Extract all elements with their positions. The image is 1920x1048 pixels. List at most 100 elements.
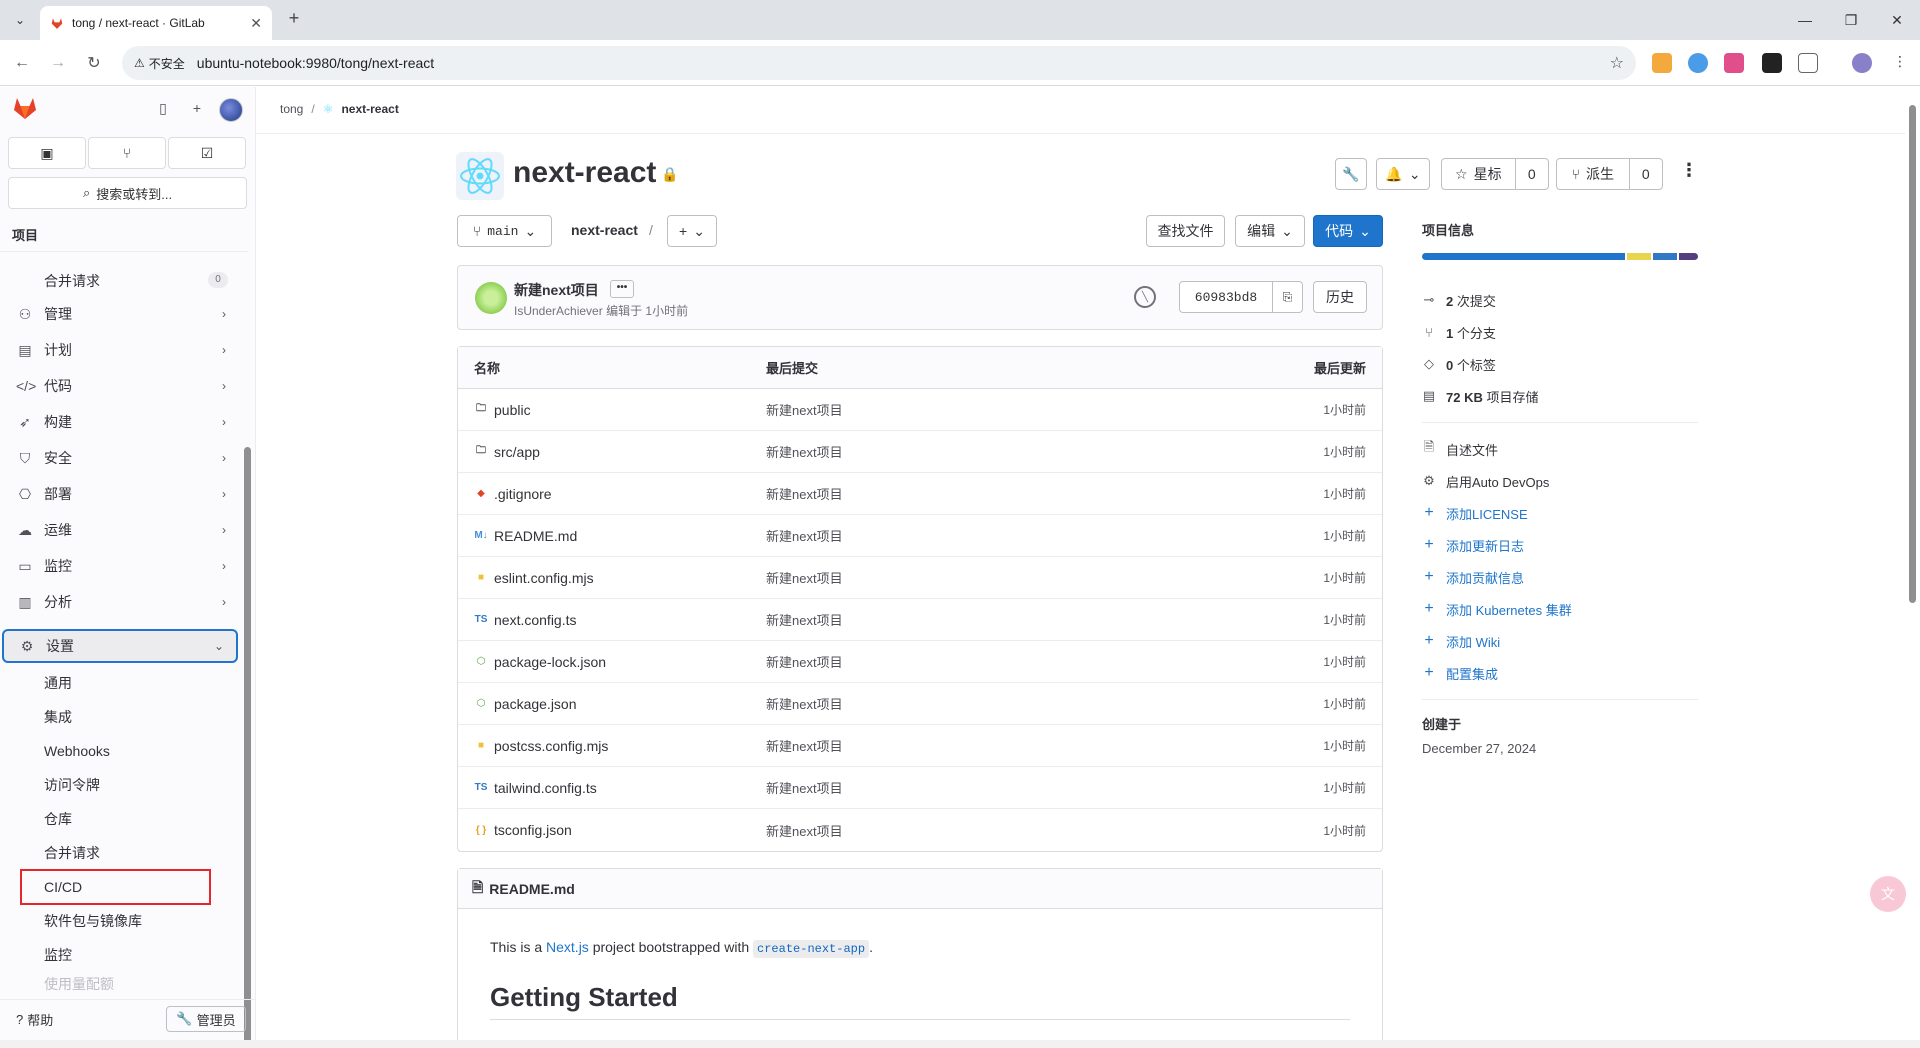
language-bar[interactable] (1422, 253, 1698, 260)
readme-link[interactable]: 🗎 自述文件 (1422, 433, 1698, 465)
sidebar-item-settings[interactable]: ⚙ 设置 ⌄ (2, 629, 238, 663)
horizontal-scrollbar[interactable] (0, 1040, 1920, 1048)
commit-author[interactable]: IsUnderAchiever (514, 304, 603, 318)
breadcrumb-project[interactable]: next-react (341, 102, 398, 116)
star-count[interactable]: 0 (1514, 159, 1548, 189)
tags-stat[interactable]: ◇ 0 个标签 (1422, 348, 1698, 380)
repo-path[interactable]: next-react (571, 222, 638, 238)
file-name-cell[interactable]: ⬡ package-lock.json (458, 654, 766, 670)
settings-merge-requests[interactable]: 合并请求 (44, 841, 100, 865)
browser-tab[interactable]: tong / next-react · GitLab ✕ (40, 6, 272, 40)
commit-title[interactable]: 新建next项目 (514, 280, 599, 300)
restore-icon[interactable]: ❐ (1828, 0, 1874, 40)
sidebar-item-operate[interactable]: ☁ 运维 › (2, 513, 238, 547)
file-name-cell[interactable]: ⬡ package.json (458, 696, 766, 712)
add-license-link[interactable]: + 添加LICENSE (1422, 497, 1698, 529)
language-segment[interactable] (1652, 253, 1678, 260)
new-tab-button[interactable]: + (282, 8, 306, 29)
extension-icon[interactable] (1688, 53, 1708, 73)
table-row[interactable]: ⬡ package-lock.json 新建next项目 1小时前 (458, 641, 1382, 683)
table-row[interactable]: M↓ README.md 新建next项目 1小时前 (458, 515, 1382, 557)
avatar[interactable] (475, 282, 507, 314)
sidebar-item-manage[interactable]: ⚇ 管理 › (2, 297, 238, 331)
address-bar[interactable]: ⚠ 不安全 ubuntu-notebook:9980/tong/next-rea… (122, 46, 1636, 80)
more-actions-icon[interactable]: ⋮ (1680, 160, 1698, 181)
code-dropdown[interactable]: 代码 ⌄ (1313, 215, 1383, 247)
readme-filename[interactable]: README.md (489, 881, 575, 897)
scrollbar-thumb[interactable] (1909, 105, 1916, 603)
file-name[interactable]: tsconfig.json (494, 822, 572, 838)
file-name-cell[interactable]: 🗀 public (458, 402, 766, 418)
gitlab-logo-icon[interactable] (12, 96, 38, 120)
file-name-cell[interactable]: ◆ .gitignore (458, 486, 766, 502)
commit-more-button[interactable]: ••• (610, 280, 634, 298)
extension-icon[interactable] (1762, 53, 1782, 73)
file-name-cell[interactable]: ■ postcss.config.mjs (458, 738, 766, 754)
edit-dropdown[interactable]: 编辑 ⌄ (1235, 215, 1305, 247)
table-row[interactable]: TS tailwind.config.ts 新建next项目 1小时前 (458, 767, 1382, 809)
branch-selector[interactable]: ⑂ main ⌄ (457, 215, 552, 247)
table-row[interactable]: ◆ .gitignore 新建next项目 1小时前 (458, 473, 1382, 515)
menu-kebab-icon[interactable]: ⋮ (1890, 53, 1910, 73)
table-row[interactable]: ■ postcss.config.mjs 新建next项目 1小时前 (458, 725, 1382, 767)
file-name[interactable]: next.config.ts (494, 612, 577, 628)
back-icon[interactable]: ← (10, 51, 34, 75)
puzzle-icon[interactable] (1798, 53, 1818, 73)
branches-stat[interactable]: ⑂ 1 个分支 (1422, 316, 1698, 348)
add-contributing-link[interactable]: + 添加贡献信息 (1422, 561, 1698, 593)
settings-packages-registries[interactable]: 软件包与镜像库 (44, 909, 142, 933)
minimize-icon[interactable]: — (1782, 0, 1828, 40)
settings-access-tokens[interactable]: 访问令牌 (44, 773, 100, 797)
last-commit-cell[interactable]: 新建next项目 (766, 610, 1202, 629)
issues-button[interactable]: ▣ (8, 137, 86, 169)
file-name-cell[interactable]: ■ eslint.config.mjs (458, 570, 766, 586)
create-new-icon[interactable]: + (188, 99, 206, 117)
copy-icon[interactable]: ⎘ (1272, 282, 1302, 312)
translate-floating-icon[interactable]: 文 (1870, 876, 1906, 912)
file-name-cell[interactable]: TS tailwind.config.ts (458, 780, 766, 796)
search-button[interactable]: ⌕ 搜索或转到... (8, 177, 247, 209)
file-name[interactable]: src/app (494, 444, 540, 460)
find-file-button[interactable]: 查找文件 (1146, 215, 1225, 247)
close-tab-icon[interactable]: ✕ (250, 15, 262, 32)
file-name[interactable]: README.md (494, 528, 577, 544)
reload-icon[interactable]: ↻ (82, 51, 106, 75)
last-commit-cell[interactable]: 新建next项目 (766, 778, 1202, 797)
scrollbar-thumb[interactable] (244, 447, 251, 1048)
last-commit-cell[interactable]: 新建next项目 (766, 736, 1202, 755)
configure-integrations-link[interactable]: + 配置集成 (1422, 657, 1698, 689)
settings-usage-quotas[interactable]: 使用量配额 (44, 975, 114, 993)
last-commit-cell[interactable]: 新建next项目 (766, 694, 1202, 713)
sidebar-item-deploy[interactable]: ⎔ 部署 › (2, 477, 238, 511)
admin-wrench-button[interactable]: 🔧 (1335, 158, 1367, 190)
page-scrollbar[interactable] (1905, 87, 1920, 1040)
profile-icon[interactable] (1852, 53, 1872, 73)
last-commit-cell[interactable]: 新建next项目 (766, 442, 1202, 461)
bookmark-star-icon[interactable]: ☆ (1610, 53, 1624, 73)
settings-integrations[interactable]: 集成 (44, 705, 72, 729)
commit-sha[interactable]: 60983bd8 (1180, 282, 1272, 312)
sidebar-toggle-icon[interactable]: ▯ (154, 99, 172, 117)
url-text[interactable]: ubuntu-notebook:9980/tong/next-react (197, 55, 434, 71)
fork-label-part[interactable]: ⑂ 派生 (1557, 159, 1629, 189)
fork-button[interactable]: ⑂ 派生 0 (1556, 158, 1663, 190)
file-name-cell[interactable]: { } tsconfig.json (458, 822, 766, 838)
language-segment[interactable] (1679, 253, 1698, 260)
add-changelog-link[interactable]: + 添加更新日志 (1422, 529, 1698, 561)
fork-count[interactable]: 0 (1628, 159, 1662, 189)
file-name[interactable]: .gitignore (494, 486, 552, 502)
sidebar-item-merge-requests[interactable]: 合并请求 (44, 269, 100, 293)
settings-repository[interactable]: 仓库 (44, 807, 72, 831)
nextjs-link[interactable]: Next.js (546, 939, 589, 955)
avatar[interactable] (219, 98, 243, 122)
history-button[interactable]: 历史 (1313, 281, 1367, 313)
settings-webhooks[interactable]: Webhooks (44, 739, 110, 763)
table-row[interactable]: { } tsconfig.json 新建next项目 1小时前 (458, 809, 1382, 851)
last-commit-cell[interactable]: 新建next项目 (766, 821, 1202, 840)
todos-button[interactable]: ☑ (168, 137, 246, 169)
commits-stat[interactable]: ⊸ 2 次提交 (1422, 284, 1698, 316)
translate-extension-icon[interactable] (1724, 53, 1744, 73)
table-row[interactable]: ■ eslint.config.mjs 新建next项目 1小时前 (458, 557, 1382, 599)
sidebar-item-monitor[interactable]: ▭ 监控 › (2, 549, 238, 583)
forward-icon[interactable]: → (46, 51, 70, 75)
